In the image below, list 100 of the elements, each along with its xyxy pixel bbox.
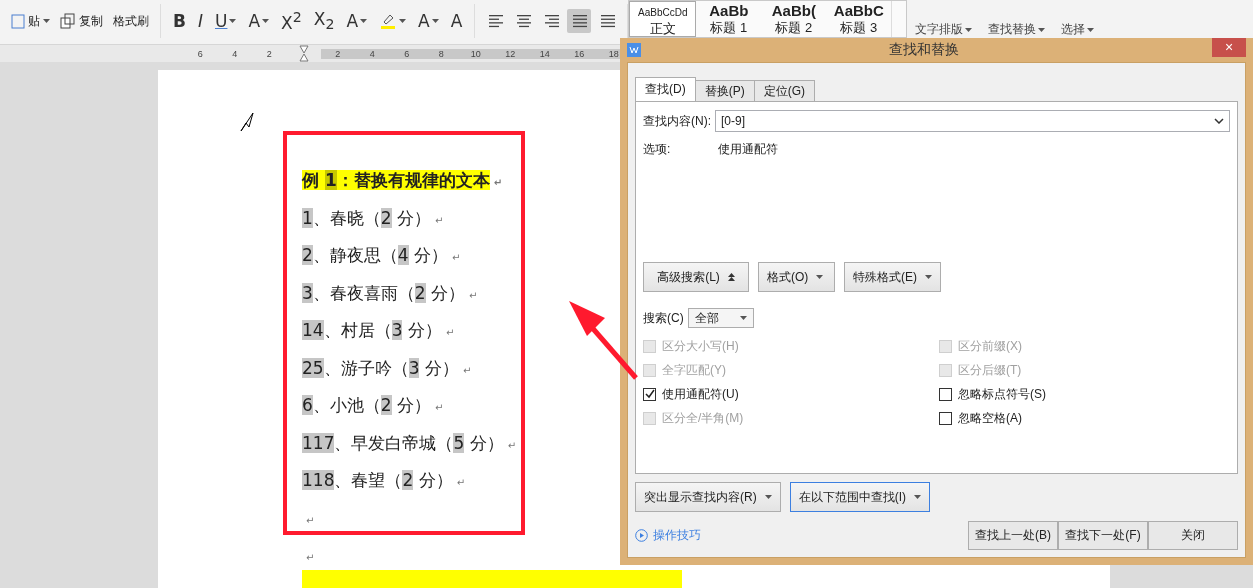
ruler-number: 10 — [469, 48, 482, 59]
caret-icon — [360, 19, 368, 23]
collapse-icon — [727, 273, 735, 281]
document-line: 14、村居（3 分） ↵ — [302, 319, 455, 342]
dropdown-button[interactable]: 突出显示查找内容(R) — [635, 482, 781, 512]
dialog-tab[interactable]: 定位(G) — [753, 80, 815, 101]
options-value: 使用通配符 — [718, 141, 778, 158]
dialog-title: 查找和替换 — [887, 41, 960, 59]
dialog-tab[interactable]: 查找(D) — [635, 77, 696, 101]
ruler-number: 2 — [265, 48, 273, 59]
dialog-tab[interactable]: 替换(P) — [694, 80, 755, 101]
close-button[interactable]: × — [1212, 38, 1246, 57]
checkbox[interactable] — [939, 387, 952, 401]
checkbox-label: 忽略空格(A) — [958, 409, 1022, 427]
ruler-number: 6 — [196, 48, 204, 59]
clipboard-button[interactable]: 贴 — [8, 10, 53, 32]
align-icon — [571, 14, 588, 28]
highlighter-icon — [379, 12, 398, 30]
field-label: 查找内容(N): — [643, 112, 711, 130]
align-icon — [599, 14, 616, 28]
clipboard-button[interactable]: 格式刷 — [110, 10, 152, 32]
copy-icon — [60, 13, 76, 29]
ruler-number: 18 — [607, 48, 620, 59]
checkbox-label: 区分大小写(H) — [662, 337, 739, 355]
dialog-action-button[interactable]: 关闭 — [1148, 521, 1238, 550]
search-dropdown[interactable]: 全部 — [687, 308, 754, 328]
paragraph-mark: ↵ — [305, 513, 315, 528]
checkbox-label: 区分后缀(T) — [958, 361, 1022, 379]
ruler-number: 14 — [538, 48, 551, 59]
document-line: 1、春晓（2 分） ↵ — [302, 206, 444, 230]
ruler-number: 4 — [368, 48, 376, 59]
checkbox-label: 忽略标点符号(S) — [958, 385, 1046, 403]
checkbox-label: 全字匹配(Y) — [662, 361, 726, 379]
format-button[interactable]: A — [244, 9, 274, 33]
dialog-action-button[interactable]: 查找下一处(F) — [1058, 521, 1148, 550]
ribbon-tool-button[interactable]: 查找替换 — [980, 21, 1054, 38]
ruler-number: 2 — [334, 48, 342, 59]
align-icon — [515, 14, 532, 28]
ruler-number: 12 — [504, 48, 517, 59]
caret-icon — [431, 19, 439, 23]
ruler-number: 16 — [573, 48, 586, 59]
checkbox-label: 区分全/半角(M) — [662, 409, 744, 427]
document-heading: 例 1：替换有规律的文本 ↵ — [302, 169, 503, 192]
format-button[interactable]: X$_{2}$ — [309, 7, 339, 35]
caret-icon — [399, 19, 407, 23]
ribbon-tool-button[interactable]: 选择 — [1053, 21, 1103, 38]
find-input-field[interactable]: [0-9] — [715, 110, 1230, 132]
ruler-number: 8 — [437, 48, 445, 59]
caret-icon — [262, 19, 270, 23]
checkbox-label: 区分前缀(X) — [958, 337, 1022, 355]
align-button[interactable] — [567, 9, 592, 33]
style-option[interactable]: AaBb( 标题 2 — [761, 1, 827, 37]
ruler-number: 4 — [231, 48, 239, 59]
caret-icon — [739, 316, 747, 320]
format-button[interactable]: A — [446, 9, 467, 33]
caret-icon — [914, 495, 921, 499]
caret-icon — [1038, 27, 1046, 32]
format-button[interactable]: I — [193, 9, 207, 33]
tips-link[interactable]: 操作技巧 — [635, 527, 701, 544]
caret-icon — [764, 495, 772, 499]
dropdown-button[interactable]: 在以下范围中查找(I) — [789, 482, 930, 512]
format-button[interactable]: A — [342, 9, 372, 33]
clipboard-button[interactable]: 复制 — [57, 10, 106, 32]
document-line: 2、静夜思（4 分） ↵ — [302, 244, 461, 267]
caret-icon — [1087, 27, 1095, 32]
ribbon-tool-button[interactable]: 文字排版 — [907, 21, 981, 38]
style-option[interactable]: AaBbC 标题 3 — [826, 1, 892, 37]
document-line: 3、春夜喜雨（2 分） ↵ — [302, 281, 478, 305]
cursor-icon — [240, 112, 254, 132]
style-option[interactable]: AaBb 标题 1 — [696, 1, 762, 37]
document-line: 25、游子吟（3 分） ↵ — [302, 356, 472, 380]
document-line: 118、春望（2 分） ↵ — [302, 469, 466, 492]
paragraph-mark: ↵ — [305, 551, 315, 565]
format-button[interactable]: X$^{2}$ — [277, 7, 306, 35]
chevron-icon[interactable] — [1214, 118, 1224, 124]
caret-icon — [229, 19, 237, 23]
clipboard-icon — [11, 13, 25, 29]
checkbox-label: 使用通配符(U) — [662, 385, 739, 403]
format-button[interactable]: A — [414, 9, 443, 33]
format-button[interactable]: U — [211, 9, 241, 33]
dialog-button[interactable]: 格式(O) — [758, 262, 835, 292]
document-line: 6、小池（2 分） ↵ — [302, 394, 444, 417]
format-button[interactable]: B — [169, 9, 190, 33]
checkbox[interactable] — [939, 411, 952, 425]
dialog-action-button[interactable]: 查找上一处(B) — [968, 521, 1058, 550]
dialog-button[interactable]: 特殊格式(E) — [844, 262, 941, 292]
checkbox[interactable] — [643, 387, 656, 401]
app-logo-icon — [627, 43, 641, 57]
caret-icon — [816, 275, 824, 279]
caret-icon — [965, 27, 973, 32]
caret-icon — [43, 19, 50, 23]
style-option[interactable]: AaBbCcDd 正文 — [629, 1, 697, 37]
play-icon — [635, 529, 648, 542]
dialog-button[interactable]: 高级搜索(L) — [643, 262, 749, 292]
align-icon — [543, 14, 560, 28]
field-label: 搜索(C) — [643, 309, 684, 327]
document-line: 117、早发白帝城（5 分） ↵ — [302, 431, 517, 455]
options-label: 选项: — [643, 141, 672, 158]
caret-icon — [925, 275, 932, 279]
align-icon — [487, 14, 504, 28]
